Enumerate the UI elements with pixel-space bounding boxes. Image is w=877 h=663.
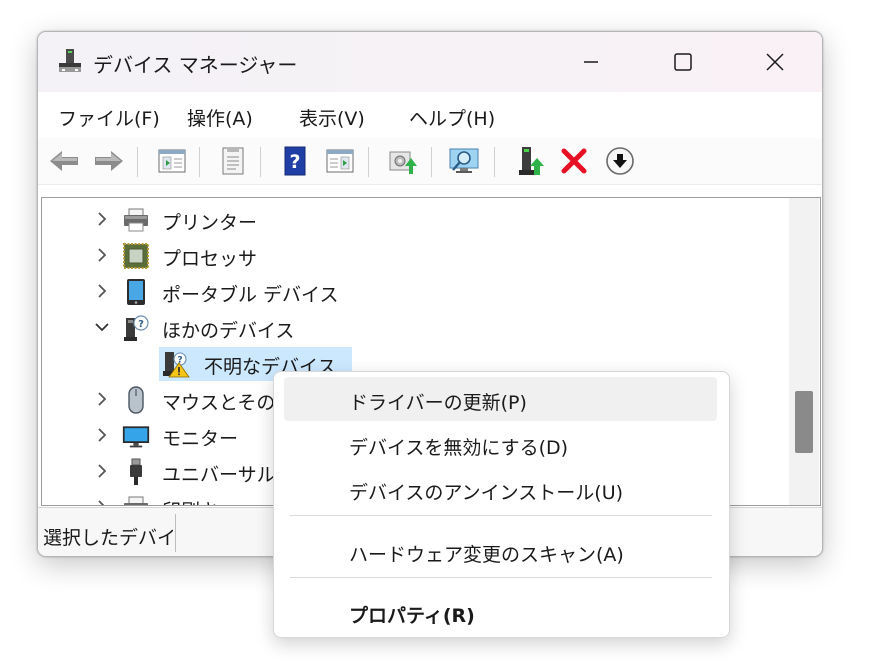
- tree-item-printer[interactable]: プリンター: [42, 203, 782, 237]
- menu-bar: ファイル(F) 操作(A) 表示(V) ヘルプ(H): [38, 92, 822, 138]
- menu-help[interactable]: ヘルプ(H): [409, 104, 495, 131]
- close-icon: [766, 53, 784, 71]
- chevron-right-icon[interactable]: [94, 391, 110, 407]
- minimize-button[interactable]: [545, 32, 637, 92]
- vertical-scrollbar[interactable]: [789, 198, 819, 505]
- menu-action[interactable]: 操作(A): [187, 104, 253, 131]
- tree-item-label: ほかのデバイス: [162, 320, 295, 342]
- toolbar-separator: [137, 147, 138, 177]
- enable-device-icon: [519, 147, 544, 175]
- menu-item-label: ハードウェア変更のスキャン(A): [349, 544, 624, 566]
- close-button[interactable]: [729, 32, 821, 92]
- menu-item-uninstall-device[interactable]: デバイスのアンインストール(U): [284, 467, 717, 511]
- action-pane-icon: [326, 149, 354, 173]
- tree-item-label: ユニバーサル: [162, 464, 276, 486]
- menu-item-properties[interactable]: プロパティ(R): [284, 590, 717, 634]
- chevron-right-icon[interactable]: [94, 283, 110, 299]
- uninstall-device-icon: [561, 148, 587, 174]
- context-menu: ドライバーの更新(P) デバイスを無効にする(D) デバイスのアンインストール(…: [273, 371, 730, 638]
- chevron-right-icon[interactable]: [94, 427, 110, 443]
- toolbar-separator: [260, 147, 261, 177]
- tree-item-label: プリンター: [162, 212, 258, 234]
- menu-item-disable-device[interactable]: デバイスを無効にする(D): [284, 422, 717, 466]
- properties-sheet-icon: [222, 147, 244, 175]
- tree-item-other-devices[interactable]: ? ほかのデバイス: [42, 311, 782, 345]
- status-divider: [175, 514, 176, 552]
- tree-item-label: モニター: [162, 428, 239, 450]
- forward-arrow-icon: [95, 151, 123, 171]
- update-driver-icon: [389, 151, 417, 174]
- menu-item-label: デバイスのアンインストール(U): [349, 482, 624, 504]
- enable-device-button[interactable]: [514, 145, 548, 177]
- update-driver-button[interactable]: [386, 145, 420, 177]
- menu-file[interactable]: ファイル(F): [58, 104, 160, 131]
- toolbar-separator: [199, 147, 200, 177]
- portable-device-icon: [127, 279, 145, 305]
- menu-item-scan-hardware[interactable]: ハードウェア変更のスキャン(A): [284, 529, 717, 573]
- back-button[interactable]: [47, 145, 81, 177]
- scrollbar-thumb[interactable]: [795, 391, 813, 453]
- scan-hardware-icon: [449, 148, 479, 173]
- tree-item-label: 印刷キュー: [162, 496, 257, 505]
- chevron-right-icon[interactable]: [94, 211, 110, 227]
- maximize-button[interactable]: [637, 32, 729, 92]
- other-devices-icon: ?: [124, 315, 149, 341]
- tree-item-portable-devices[interactable]: ポータブル デバイス: [42, 275, 782, 309]
- unknown-device-warning-icon: ?: [163, 352, 190, 378]
- usb-icon: [130, 458, 142, 485]
- print-queue-icon: [124, 496, 148, 505]
- tree-item-label: ポータブル デバイス: [162, 284, 339, 306]
- tree-item-processor[interactable]: プロセッサ: [42, 239, 782, 273]
- menu-item-label: ドライバーの更新(P): [349, 392, 527, 414]
- menu-item-label: デバイスを無効にする(D): [349, 437, 569, 459]
- uninstall-device-button[interactable]: [557, 145, 591, 177]
- window-title: デバイス マネージャー: [93, 53, 298, 77]
- device-manager-icon: [59, 49, 81, 72]
- mouse-icon: [128, 386, 144, 414]
- chevron-right-icon[interactable]: [94, 463, 110, 479]
- toolbar-separator: [431, 147, 432, 177]
- download-driver-button[interactable]: [603, 145, 637, 177]
- maximize-icon: [674, 53, 692, 71]
- scan-hardware-button[interactable]: [448, 145, 482, 177]
- action-pane-button[interactable]: [323, 145, 357, 177]
- console-tree-icon: [158, 149, 186, 173]
- processor-icon: [123, 243, 149, 269]
- monitor-icon: [122, 426, 150, 448]
- menu-item-label: プロパティ(R): [349, 605, 475, 627]
- menu-separator: [290, 515, 712, 516]
- printer-icon: [124, 208, 148, 232]
- menu-separator: [290, 577, 712, 578]
- minimize-icon: [584, 61, 598, 63]
- console-tree-button[interactable]: [155, 145, 189, 177]
- status-text: 選択したデバイ: [43, 527, 173, 549]
- back-arrow-icon: [50, 151, 78, 171]
- chevron-right-icon[interactable]: [94, 499, 110, 506]
- properties-button[interactable]: [216, 145, 250, 177]
- svg-text:?: ?: [138, 319, 144, 330]
- tree-item-label: マウスとその: [162, 392, 276, 414]
- forward-button[interactable]: [92, 145, 126, 177]
- tree-item-label: プロセッサ: [162, 248, 258, 270]
- download-driver-icon: [606, 147, 634, 175]
- toolbar: ?: [38, 138, 822, 185]
- help-icon: ?: [284, 146, 306, 176]
- chevron-down-icon[interactable]: [94, 319, 110, 335]
- menu-view[interactable]: 表示(V): [299, 104, 365, 131]
- title-bar[interactable]: デバイス マネージャー: [38, 32, 822, 92]
- toolbar-separator: [368, 147, 369, 177]
- chevron-right-icon[interactable]: [94, 247, 110, 263]
- svg-text:?: ?: [289, 151, 300, 173]
- help-button[interactable]: ?: [278, 145, 312, 177]
- toolbar-separator: [494, 147, 495, 177]
- menu-item-update-driver[interactable]: ドライバーの更新(P): [284, 377, 717, 421]
